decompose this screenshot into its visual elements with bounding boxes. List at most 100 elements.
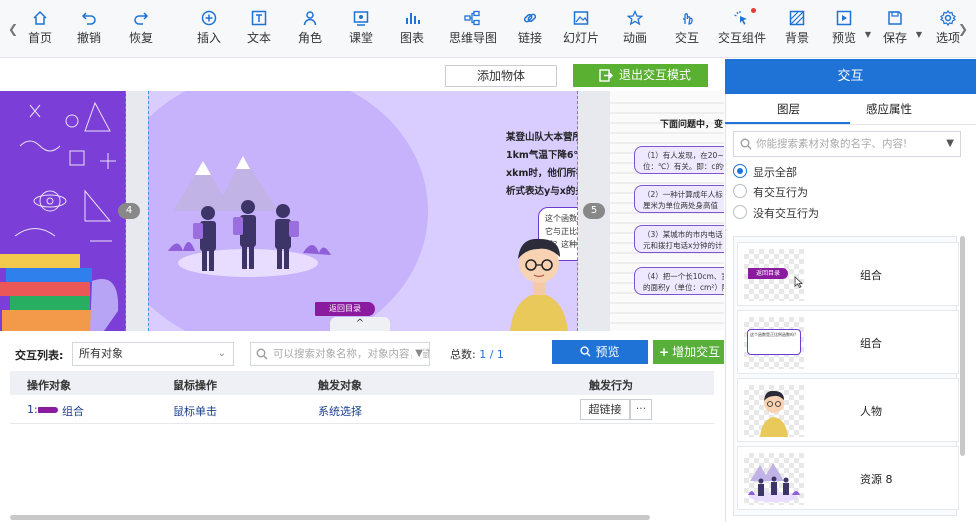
row-trigger-target[interactable]: 系统选择 [318, 403, 362, 419]
toolbar-label: 思维导图 [449, 31, 498, 45]
toolbar-text-button[interactable]: 文本 [236, 6, 282, 52]
row-object[interactable]: 组合 [62, 403, 84, 419]
layer-name: 人物 [860, 405, 882, 418]
toolbar-link-button[interactable]: 链接 [507, 6, 553, 52]
column-header: 触发行为 [589, 379, 633, 392]
next-slide-item: （4）把一个长10cm、宽 的面积y（单位：cm²）随 [634, 267, 724, 295]
toolbar-background-button[interactable]: 背景 [774, 6, 820, 52]
plus-icon: + [659, 345, 670, 359]
toolbar-label: 课堂 [348, 31, 373, 45]
layer-item[interactable]: 人物 [737, 378, 959, 442]
radio-label[interactable]: 有交互行为 [753, 184, 808, 200]
preview-button[interactable]: 预览 [552, 340, 648, 364]
slide-previous[interactable] [0, 91, 126, 331]
selection-guide-slide-left [148, 91, 149, 331]
layer-thumbnail [744, 385, 804, 437]
add-interaction-label: 增加交互 [672, 345, 721, 359]
toolbar-undo-button[interactable]: 撤销 [66, 6, 112, 52]
back-to-contents-tag[interactable]: 返回目录 [315, 302, 375, 316]
interaction-search-input[interactable]: 可以搜索对象名称，对象内容，鼠 ▼ [250, 342, 430, 366]
total-count-value: 1 / 1 [479, 348, 504, 361]
radio-show-all[interactable] [733, 164, 747, 178]
toolbar-insert-button[interactable]: 插入 [186, 6, 232, 52]
save-icon [888, 11, 902, 25]
more-options-button[interactable]: ··· [630, 399, 652, 420]
collapse-panel-toggle[interactable]: ^ [330, 317, 390, 331]
toolbar-preview-button[interactable]: 预览 ▼ [821, 6, 871, 52]
toolbar-home-button[interactable]: 首页 [17, 6, 63, 52]
hikers-thumbnail [748, 463, 800, 502]
layer-item[interactable]: 这个函数是正比例函数吗？ 组合 [737, 310, 959, 374]
layer-search-placeholder: 你能搜索素材对象的名字、内容! [756, 138, 908, 150]
radio-with-interaction[interactable] [733, 184, 747, 198]
next-slide-item-line: 厘米为单位两处身高值 [643, 201, 718, 210]
toolbar-mindmap-button[interactable]: 思维导图 [449, 6, 498, 52]
toolbar-label: 保存 [882, 31, 907, 45]
toolbar-label: 选项 [935, 31, 960, 45]
toolbar-label: 交互组件 [718, 31, 767, 45]
radio-without-interaction[interactable] [733, 205, 747, 219]
redo-icon [134, 12, 149, 25]
radio-label[interactable]: 没有交互行为 [753, 205, 819, 221]
layer-item[interactable]: 返回目录 组合 [737, 242, 959, 306]
toolbar-label: 首页 [27, 31, 52, 45]
selection-guide-slide-right [577, 91, 578, 331]
toolbar-slide-button[interactable]: 幻灯片 [558, 6, 604, 52]
toolbar-label: 交互 [674, 31, 699, 45]
slide-canvas[interactable]: 某登山队大本营所在地的气温为5℃，海拔每升高1km气温下降6℃。登山队员由大本营… [0, 91, 724, 331]
chevron-down-icon[interactable]: ▼ [412, 343, 423, 365]
toolbar-save-button[interactable]: 保存 ▼ [872, 6, 922, 52]
toolbar-label: 文本 [246, 31, 271, 45]
layer-item[interactable]: 资源 8 [737, 446, 959, 510]
undo-icon [81, 12, 96, 25]
next-slide-item: （3）某城市的市内电话 元和拨打电话x分钟的计 [634, 225, 724, 253]
chevron-down-icon: ⌄ [217, 348, 226, 359]
background-icon [789, 10, 805, 26]
thumb-bubble: 这个函数是正比例函数吗？ [747, 329, 801, 355]
chevron-down-icon[interactable]: ▼ [865, 30, 871, 39]
horizontal-scrollbar[interactable] [10, 515, 650, 520]
toolbar-interaction-button[interactable]: 交互 [664, 6, 710, 52]
layer-thumbnail: 返回目录 [744, 249, 804, 301]
slide-current[interactable]: 某登山队大本营所在地的气温为5℃，海拔每升高1km气温下降6℃。登山队员由大本营… [148, 91, 578, 331]
object-filter-value: 所有对象 [79, 347, 123, 360]
next-slide-item-line: 的面积y（单位：cm²）随 [643, 283, 724, 292]
search-icon [256, 348, 268, 360]
decorative-illustration [0, 101, 119, 331]
hyperlink-action-button[interactable]: 超链接 [580, 399, 630, 420]
next-slide-item: （2）一种计算成年人标 厘米为单位两处身高值 [634, 185, 724, 213]
chevron-down-icon[interactable]: ▼ [943, 132, 954, 156]
toolbar-label: 撤销 [76, 31, 101, 45]
hikers-illustration [168, 156, 331, 277]
layer-search-input[interactable]: 你能搜索素材对象的名字、内容! ▼ [733, 131, 961, 157]
vertical-scrollbar[interactable] [960, 236, 965, 456]
toolbar-chart-button[interactable]: 图表 [389, 6, 435, 52]
home-icon [33, 10, 47, 25]
toolbar-animation-button[interactable]: 动画 [612, 6, 658, 52]
chevron-down-icon[interactable]: ▼ [916, 30, 922, 39]
tab-layers[interactable]: 图层 [777, 101, 800, 117]
classroom-icon [353, 11, 369, 26]
plus-circle-icon [201, 10, 217, 26]
panel-title: 交互 [725, 59, 976, 94]
object-filter-select[interactable]: 所有对象 ⌄ [72, 342, 234, 366]
settings-icon [940, 10, 956, 26]
layer-name: 资源 8 [860, 473, 893, 486]
exit-interaction-mode-button[interactable]: 退出交互模式 [573, 64, 708, 87]
add-object-button[interactable]: 添加物体 [445, 65, 557, 87]
toolbar-classroom-button[interactable]: 课堂 [338, 6, 384, 52]
teacher-character[interactable] [500, 231, 578, 331]
toolbar-label: 背景 [784, 31, 809, 45]
radio-label[interactable]: 显示全部 [753, 164, 797, 180]
row-mouse-action[interactable]: 鼠标单击 [173, 403, 217, 419]
interaction-list-label: 交互列表: [15, 349, 64, 362]
toolbar-interactive-component-button[interactable]: 交互组件 [718, 6, 767, 52]
add-interaction-button[interactable]: + 增加交互 [653, 340, 724, 364]
interaction-search-placeholder: 可以搜索对象名称，对象内容，鼠 [273, 348, 430, 360]
toolbar-options-button[interactable]: 选项 [925, 6, 971, 52]
total-count-label: 总数: [450, 348, 476, 361]
toolbar-redo-button[interactable]: 恢复 [118, 6, 164, 52]
tab-sensor-properties[interactable]: 感应属性 [866, 101, 912, 117]
toolbar-role-button[interactable]: 角色 [287, 6, 333, 52]
layer-name: 组合 [860, 269, 882, 282]
